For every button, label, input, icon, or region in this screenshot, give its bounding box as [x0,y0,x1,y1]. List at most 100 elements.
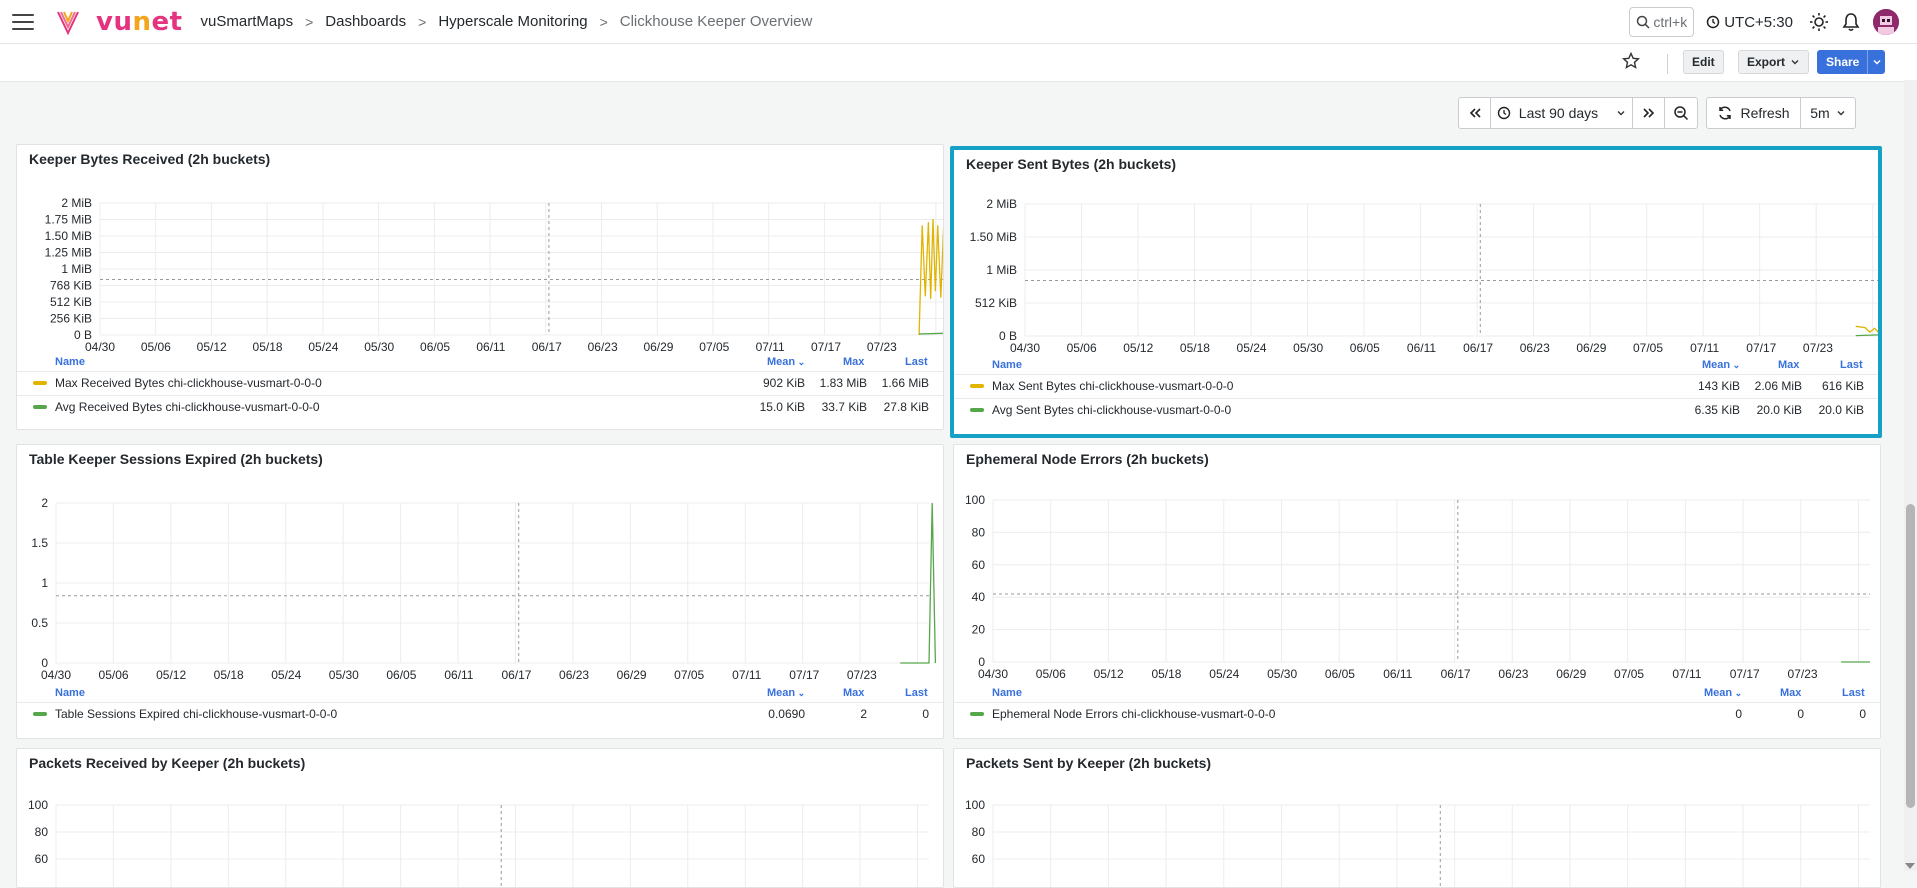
y-tick-label: 60 [35,852,49,866]
x-tick-label: 06/05 [420,340,450,354]
legend-swatch[interactable] [33,381,47,385]
x-tick-label: 05/18 [214,668,244,682]
breadcrumb-dashboards[interactable]: Dashboards [325,13,406,30]
sort-desc-icon: ⌄ [795,357,806,367]
scrollbar-thumb[interactable] [1906,504,1915,808]
legend-col-last[interactable]: Last [905,356,928,368]
x-tick-label: 06/23 [559,668,589,682]
legend-header: Name Mean ⌄ Max Last [17,687,943,701]
legend-col-last[interactable]: Last [905,687,928,699]
panel-3[interactable]: Table Keeper Sessions Expired (2h bucket… [16,444,944,739]
x-tick-label: 04/30 [85,340,115,354]
menu-icon[interactable] [12,13,34,30]
panel-2[interactable]: Keeper Sent Bytes (2h buckets) 2 MiB 1.50 … [950,146,1882,438]
panel-5[interactable]: Packets Received by Keeper (2h buckets) 1… [16,748,944,888]
x-tick-label: 05/30 [1293,341,1323,355]
user-avatar[interactable] [1873,9,1899,35]
legend-col-max[interactable]: Max [843,687,864,699]
legend-swatch[interactable] [33,405,47,409]
legend-series-name[interactable]: Avg Sent Bytes chi-clickhouse-vusmart-0-… [992,403,1231,417]
legend-col-name[interactable]: Name [992,359,1022,371]
vunet-logo[interactable]: vunet [56,7,183,37]
edit-button[interactable]: Edit [1683,50,1724,74]
legend-row[interactable]: Avg Sent Bytes chi-clickhouse-vusmart-0-… [954,398,1878,421]
breadcrumb-separator: > [418,13,427,30]
legend-row[interactable]: Table Sessions Expired chi-clickhouse-vu… [17,702,943,725]
double-chevron-right-icon [1642,108,1654,118]
x-tick-label: 05/12 [197,340,227,354]
breadcrumb-vusmartmaps[interactable]: vuSmartMaps [201,13,294,30]
export-button[interactable]: Export [1738,50,1810,74]
x-tick-label: 04/30 [41,668,71,682]
legend-swatch[interactable] [970,712,984,716]
vunet-logo-mark-icon [57,11,79,35]
time-range-dropdown[interactable]: Last 90 days [1491,98,1633,128]
legend-row[interactable]: Max Received Bytes chi-clickhouse-vusmar… [17,371,943,394]
legend-series-name[interactable]: Avg Received Bytes chi-clickhouse-vusmar… [55,400,320,414]
x-tick-label: 06/17 [501,668,531,682]
breadcrumb-hyperscale-monitoring[interactable]: Hyperscale Monitoring [438,13,587,30]
legend-col-mean[interactable]: Mean ⌄ [1704,687,1742,699]
legend-col-max[interactable]: Max [1780,687,1801,699]
panel-6[interactable]: Packets Sent by Keeper (2h buckets) 100 80… [953,748,1881,888]
x-tick-label: 07/11 [732,668,761,682]
legend-series-name[interactable]: Ephemeral Node Errors chi-clickhouse-vus… [992,707,1275,721]
legend-col-name[interactable]: Name [55,687,85,699]
favorite-star-icon[interactable] [1622,52,1640,70]
timezone-picker[interactable]: UTC+5:30 [1706,14,1793,31]
time-range-label: Last 90 days [1518,105,1599,121]
shift-forward-button[interactable] [1633,98,1665,128]
dashboard-toolbar: Edit Export Share [0,44,1917,82]
legend-col-mean[interactable]: Mean ⌄ [767,687,805,699]
share-button[interactable]: Share [1817,50,1885,74]
legend-col-max[interactable]: Max [1778,359,1799,371]
refresh-interval-dropdown[interactable]: 5m [1801,98,1855,128]
legend-col-mean-label: Mean [1704,687,1733,699]
legend-col-last[interactable]: Last [1842,687,1865,699]
legend-swatch[interactable] [33,712,47,716]
search-button[interactable]: ctrl+k [1629,7,1695,37]
x-tick-label: 06/11 [1383,667,1412,681]
legend-col-name[interactable]: Name [992,687,1022,699]
refresh-interval-label: 5m [1810,105,1830,121]
legend-swatch[interactable] [970,384,984,388]
legend-series-name[interactable]: Table Sessions Expired chi-clickhouse-vu… [55,707,337,721]
zoom-out-button[interactable] [1665,98,1697,128]
legend-row[interactable]: Max Sent Bytes chi-clickhouse-vusmart-0-… [954,374,1878,397]
y-tick-label: 768 KiB [50,279,92,293]
scroll-down-arrow-icon[interactable] [1905,863,1915,869]
page-scrollbar[interactable] [1904,80,1917,871]
legend-row[interactable]: Avg Received Bytes chi-clickhouse-vusmar… [17,395,943,418]
legend-col-mean[interactable]: Mean ⌄ [767,356,805,368]
legend-col-name-label: Name [992,359,1022,371]
refresh-button[interactable]: Refresh [1707,98,1801,128]
x-tick-label: 06/11 [1407,341,1436,355]
legend-col-max-label: Max [1780,687,1802,699]
panel-1[interactable]: Keeper Bytes Received (2h buckets) 2 MiB 1… [16,144,944,430]
legend-col-max[interactable]: Max [843,356,864,368]
x-tick-label: 06/17 [1463,341,1493,355]
chevron-down-icon [1791,60,1799,65]
x-tick-label: 06/23 [1520,341,1550,355]
x-tick-label: 07/23 [847,668,877,682]
legend-col-name[interactable]: Name [55,356,85,368]
y-tick-label: 80 [972,825,986,839]
legend-col-mean[interactable]: Mean ⌄ [1702,359,1740,371]
legend-col-last-label: Last [905,687,928,699]
toolbar-divider [1667,54,1668,74]
legend-series-name[interactable]: Max Sent Bytes chi-clickhouse-vusmart-0-… [992,379,1233,393]
x-tick-label: 07/05 [1614,667,1644,681]
y-tick-label: 512 KiB [975,296,1017,310]
legend-swatch[interactable] [970,408,984,412]
shift-back-button[interactable] [1459,98,1491,128]
edit-label: Edit [1692,55,1715,69]
panel-4[interactable]: Ephemeral Node Errors (2h buckets) 100 80 6… [953,444,1881,739]
notifications-button[interactable] [1837,8,1865,36]
share-dropdown-button[interactable] [1868,57,1885,67]
legend-last-value: 0 [922,707,929,721]
breadcrumb-separator: > [305,13,314,30]
legend-col-last[interactable]: Last [1840,359,1863,371]
theme-toggle-button[interactable] [1805,8,1833,36]
legend-series-name[interactable]: Max Received Bytes chi-clickhouse-vusmar… [55,376,322,390]
legend-row[interactable]: Ephemeral Node Errors chi-clickhouse-vus… [954,702,1880,725]
